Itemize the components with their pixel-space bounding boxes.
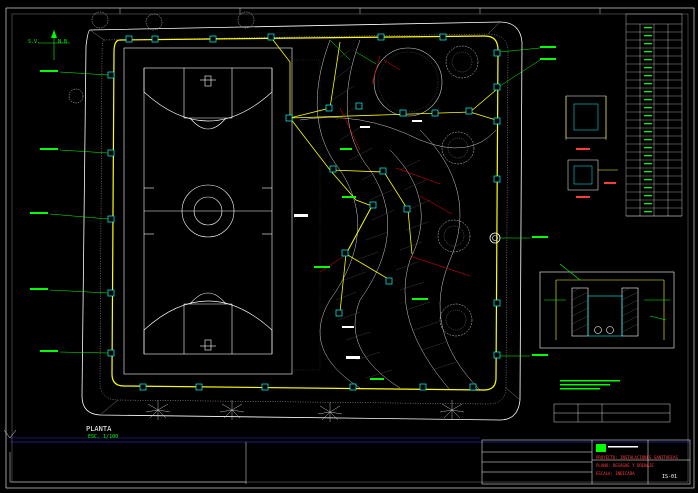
title-block bbox=[481, 439, 691, 485]
schedule-cell-mark bbox=[644, 139, 652, 141]
schedule-cell-mark bbox=[644, 91, 652, 93]
sheet-code: IS-01 bbox=[662, 474, 678, 480]
schedule-cell-mark bbox=[644, 171, 652, 173]
compass-west-label: S.V. bbox=[28, 39, 41, 45]
schedule-cell-mark bbox=[644, 163, 652, 165]
sheet-ticks bbox=[119, 8, 601, 14]
schedule-cell-mark bbox=[644, 131, 652, 133]
schedule-cell-mark bbox=[644, 59, 652, 61]
schedule-cell-mark bbox=[644, 115, 652, 117]
schedule-cell-mark bbox=[644, 179, 652, 181]
title-block-plan: PLANO: DESAGUE Y DRENAJE bbox=[596, 463, 654, 468]
schedule-cell-mark bbox=[644, 187, 652, 189]
schedule-cell-mark bbox=[644, 203, 652, 205]
schedule-cell-mark bbox=[644, 83, 652, 85]
title-block-logo bbox=[596, 444, 638, 452]
section-hatch bbox=[571, 287, 639, 333]
plan-title: PLANTA bbox=[86, 425, 112, 433]
title-block-project: PROYECTO: INSTALACIONES SANITARIAS bbox=[596, 455, 678, 460]
schedule-cell-mark bbox=[644, 211, 652, 213]
garden-paths bbox=[299, 39, 497, 391]
legend-box bbox=[553, 403, 671, 423]
schedule-cell-mark bbox=[644, 35, 652, 37]
annotation-leaders bbox=[49, 39, 541, 357]
section-notes bbox=[560, 380, 620, 390]
schedule-cell-mark bbox=[644, 99, 652, 101]
schedule-cell-mark bbox=[644, 195, 652, 197]
schedule-cell-mark bbox=[644, 75, 652, 77]
round-planter bbox=[373, 47, 443, 117]
annotation-slugs-white bbox=[294, 120, 422, 359]
detail-section-a bbox=[565, 95, 607, 140]
north-arrow-icon bbox=[38, 30, 70, 60]
cad-drawing-canvas bbox=[3, 7, 695, 489]
main-outlet-manhole bbox=[489, 232, 501, 244]
annotation-slugs-green bbox=[30, 46, 556, 380]
section-detail bbox=[539, 263, 675, 349]
schedule-cell-mark bbox=[644, 107, 652, 109]
schedule-table bbox=[625, 13, 683, 217]
schedule-cell-mark bbox=[644, 155, 652, 157]
sports-court bbox=[123, 47, 293, 375]
schedule-cell-mark bbox=[644, 67, 652, 69]
title-block-scale: ESCALA: INDICADA bbox=[596, 471, 635, 476]
detail-labels-red bbox=[576, 148, 616, 198]
sheet-border bbox=[5, 7, 695, 489]
schedule-cell-mark bbox=[644, 147, 652, 149]
schedule-cell-mark bbox=[644, 51, 652, 53]
schedule-cell-mark bbox=[644, 43, 652, 45]
detail-section-b bbox=[567, 159, 618, 191]
schedule-cell-mark bbox=[644, 27, 652, 29]
compass-east-label: N.B bbox=[58, 39, 68, 45]
schedule-cell-mark bbox=[644, 123, 652, 125]
plan-scale: ESC. 1/100 bbox=[88, 434, 119, 440]
